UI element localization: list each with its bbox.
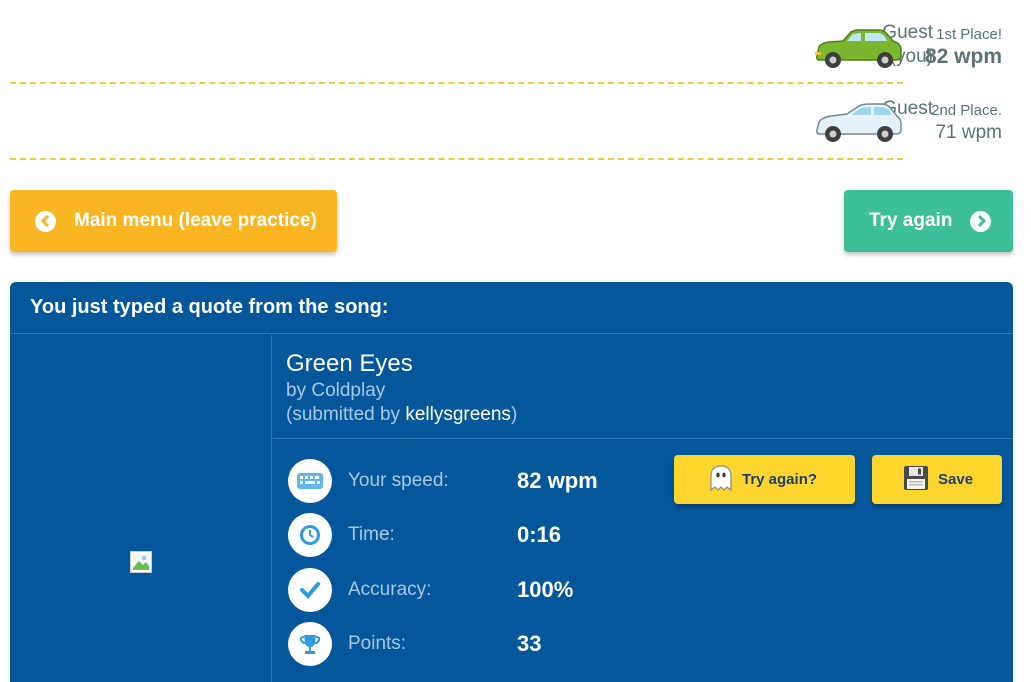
try-again-ghost-button[interactable]: Try again?: [674, 455, 855, 504]
save-label: Save: [938, 471, 974, 488]
main-menu-button[interactable]: Main menu (leave practice): [10, 190, 337, 252]
stat-time-value: 0:16: [517, 522, 562, 547]
stat-speed-label: Your speed:: [348, 470, 449, 491]
floppy-disk-icon: [903, 465, 929, 495]
try-again-label: Try again: [869, 210, 953, 231]
stats-area: Your speed: 82 wpm Time: 0:16 Accuracy: …: [273, 439, 1013, 682]
clock-icon: [288, 513, 332, 557]
chevron-right-icon: [970, 210, 992, 232]
quote-panel-header: You just typed a quote from the song:: [10, 282, 1013, 334]
stat-speed: Your speed: 82 wpm: [288, 459, 598, 503]
checkmark-icon: [288, 568, 332, 612]
submitter-link[interactable]: kellysgreens: [405, 404, 511, 425]
stat-points-label: Points:: [348, 633, 407, 654]
racer-2-result: 2nd Place. 71 wpm: [931, 102, 1002, 146]
song-title: Green Eyes: [286, 350, 413, 377]
album-art-column: [10, 335, 272, 682]
white-car-icon: [816, 103, 902, 142]
trophy-icon: [288, 622, 332, 666]
main-menu-label: Main menu (leave practice): [74, 210, 317, 231]
song-artist: by Coldplay: [286, 380, 386, 401]
save-button[interactable]: Save: [872, 455, 1002, 504]
stat-points-value: 33: [517, 631, 542, 656]
racer-1-place: 1st Place!: [936, 26, 1002, 43]
try-again-ghost-label: Try again?: [742, 471, 818, 488]
song-info: Green Eyes by Coldplay (submitted by kel…: [273, 335, 1013, 439]
stat-speed-value: 82 wpm: [517, 468, 598, 493]
keyboard-icon: [288, 459, 332, 503]
stat-time-label: Time:: [348, 524, 395, 545]
racer-1-result: 1st Place! 82 wpm: [925, 26, 1002, 70]
chevron-left-icon: [35, 210, 56, 232]
race-lane-2: [10, 86, 903, 160]
stat-points: Points: 33: [288, 622, 541, 666]
racer-2-place: 2nd Place.: [931, 102, 1002, 119]
submitted-by: (submitted by kellysgreens): [286, 404, 518, 425]
racer-1-wpm: 82 wpm: [924, 45, 1002, 68]
stat-time: Time: 0:16: [288, 513, 561, 557]
ghost-icon: [708, 464, 734, 496]
stat-accuracy-value: 100%: [517, 577, 574, 602]
stat-accuracy-label: Accuracy:: [348, 579, 432, 600]
racer-2-wpm: 71 wpm: [935, 122, 1002, 143]
album-art-image: [130, 551, 152, 573]
race-lane-1: [10, 10, 903, 84]
try-again-button[interactable]: Try again: [844, 190, 1013, 252]
quote-panel: You just typed a quote from the song: Gr…: [10, 282, 1013, 682]
green-car-icon: [815, 29, 902, 68]
stat-accuracy: Accuracy: 100%: [288, 568, 573, 612]
